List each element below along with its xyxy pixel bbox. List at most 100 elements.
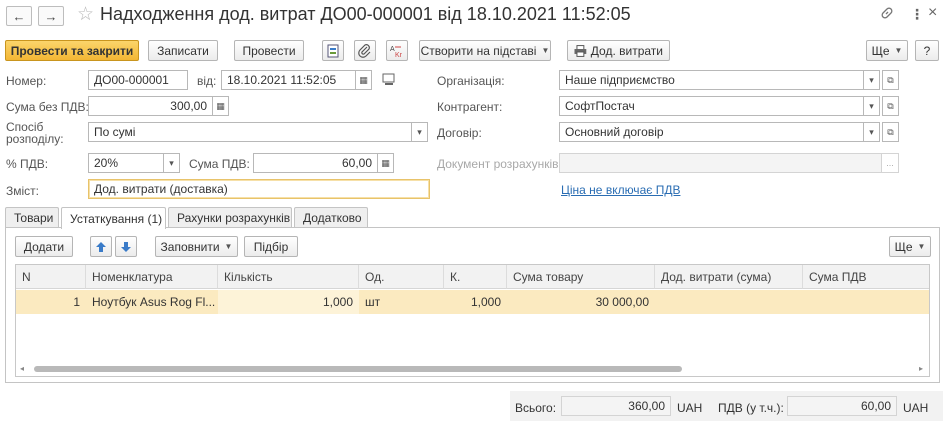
- counterparty-label: Контрагент:: [437, 100, 503, 114]
- table-more-button[interactable]: Ще ▼: [889, 236, 931, 257]
- tab-additional[interactable]: Додатково: [294, 207, 368, 228]
- column-header-quantity[interactable]: Кількість: [218, 265, 359, 289]
- arrow-down-icon: [121, 241, 131, 252]
- more-button[interactable]: Ще ▼: [866, 40, 908, 61]
- help-button[interactable]: ?: [915, 40, 939, 61]
- table-more-label: Ще: [894, 239, 913, 254]
- ellipsis-icon: ...: [886, 158, 894, 168]
- forward-button[interactable]: →: [38, 6, 64, 26]
- vat-rate-label: % ПДВ:: [6, 157, 49, 171]
- distribution-dropdown-button[interactable]: ▾: [411, 122, 428, 142]
- select-button[interactable]: Підбір: [244, 236, 298, 257]
- add-costs-button[interactable]: Дод. витрати: [567, 40, 670, 61]
- vat-rate-field[interactable]: 20%: [88, 153, 164, 173]
- cell-nomenclature: Ноутбук Asus Rog Fl...: [92, 295, 216, 309]
- link-icon[interactable]: [880, 6, 894, 23]
- total-field: 360,00: [561, 396, 671, 416]
- column-header-additional-costs[interactable]: Дод. витрати (сума): [655, 265, 803, 289]
- settlement-document-label: Документ розрахунків:: [437, 157, 562, 171]
- vat-calculator-button[interactable]: ▦: [377, 153, 394, 173]
- attach-button[interactable]: [354, 40, 376, 61]
- fill-label: Заповнити: [160, 239, 220, 254]
- chevron-down-icon: ▾: [869, 100, 874, 111]
- open-icon: ⧉: [887, 100, 894, 111]
- date-label: від:: [197, 74, 217, 88]
- vat-rate-dropdown-button[interactable]: ▾: [163, 153, 180, 173]
- post-button[interactable]: Провести: [234, 40, 304, 61]
- number-label: Номер:: [6, 74, 47, 88]
- back-button[interactable]: ←: [6, 6, 32, 26]
- organization-field[interactable]: Наше підприємство: [559, 70, 864, 90]
- tab-goods[interactable]: Товари: [5, 207, 59, 228]
- favorite-star-icon[interactable]: ☆: [77, 3, 94, 26]
- scroll-right-icon[interactable]: ▸: [919, 364, 923, 373]
- close-icon[interactable]: ×: [928, 4, 937, 22]
- column-header-n[interactable]: N: [16, 265, 86, 289]
- content-field[interactable]: Дод. витрати (доставка): [88, 179, 430, 199]
- tab-equipment[interactable]: Устаткування (1): [61, 207, 166, 229]
- post-and-close-button[interactable]: Провести та закрити: [5, 40, 139, 61]
- fill-button[interactable]: Заповнити ▼: [155, 236, 238, 257]
- contract-label: Договір:: [437, 126, 482, 140]
- organization-open-button[interactable]: ⧉: [882, 70, 899, 90]
- calculator-button[interactable]: ▦: [212, 96, 229, 116]
- sum-without-vat-label: Сума без ПДВ:: [6, 100, 89, 114]
- cell-goods-sum: 30 000,00: [595, 295, 649, 309]
- sum-without-vat-field[interactable]: 300,00: [88, 96, 213, 116]
- column-header-nomenclature[interactable]: Номенклатура: [86, 265, 218, 289]
- vat-sum-field[interactable]: 60,00: [253, 153, 378, 173]
- contract-open-button[interactable]: ⧉: [882, 122, 899, 142]
- create-based-on-button[interactable]: Створити на підставі ▼: [419, 40, 551, 61]
- scroll-left-icon[interactable]: ◂: [20, 364, 24, 373]
- tab-settlement-accounts[interactable]: Рахунки розрахунків: [168, 207, 292, 228]
- add-button[interactable]: Додати: [15, 236, 73, 257]
- monitor-icon[interactable]: [382, 73, 396, 89]
- column-header-goods-sum[interactable]: Сума товару: [507, 265, 655, 289]
- scrollbar-thumb[interactable]: [34, 366, 682, 372]
- report-icon: [327, 44, 339, 57]
- number-field[interactable]: ДО00-000001: [88, 70, 188, 90]
- more-vertical-icon[interactable]: ⋮: [910, 6, 924, 23]
- counterparty-field[interactable]: СофтПостач: [559, 96, 864, 116]
- move-up-button[interactable]: [90, 236, 112, 257]
- distribution-method-field[interactable]: По сумі: [88, 122, 412, 142]
- create-based-label: Створити на підставі: [420, 43, 537, 58]
- calculator-icon: ▦: [216, 100, 225, 111]
- contract-field[interactable]: Основний договір: [559, 122, 864, 142]
- cell-coefficient: 1,000: [470, 295, 501, 309]
- spellcheck-button[interactable]: A Kr: [386, 40, 408, 61]
- organization-dropdown-button[interactable]: ▾: [863, 70, 880, 90]
- chevron-down-icon: ▼: [541, 46, 550, 55]
- counterparty-open-button[interactable]: ⧉: [882, 96, 899, 116]
- column-header-unit[interactable]: Од.: [359, 265, 444, 289]
- counterparty-dropdown-button[interactable]: ▾: [863, 96, 880, 116]
- open-icon: ⧉: [887, 74, 894, 85]
- printer-icon: [574, 44, 587, 57]
- chevron-down-icon: ▾: [169, 157, 174, 168]
- date-field[interactable]: 18.10.2021 11:52:05: [221, 70, 356, 90]
- column-header-coefficient[interactable]: К.: [444, 265, 507, 289]
- cell-quantity: 1,000: [218, 290, 359, 314]
- chevron-down-icon: ▼: [917, 242, 926, 251]
- report-button[interactable]: [322, 40, 344, 61]
- cell-n: 1: [73, 295, 80, 309]
- arrow-right-icon: →: [44, 8, 58, 24]
- write-button[interactable]: Записати: [148, 40, 218, 61]
- column-header-vat-sum[interactable]: Сума ПДВ: [803, 265, 929, 289]
- price-excludes-vat-link[interactable]: Ціна не включає ПДВ: [561, 183, 680, 197]
- add-costs-label: Дод. витрати: [590, 43, 663, 58]
- vat-sum-label: Сума ПДВ:: [189, 157, 250, 171]
- chevron-down-icon: ▾: [869, 74, 874, 85]
- chevron-down-icon: ▼: [894, 46, 903, 55]
- cell-additional-costs: [655, 290, 803, 314]
- settlement-document-field: [559, 153, 882, 173]
- contract-dropdown-button[interactable]: ▾: [863, 122, 880, 142]
- vat-currency: UAH: [903, 401, 929, 415]
- move-down-button[interactable]: [115, 236, 137, 257]
- arrow-up-icon: [96, 241, 106, 252]
- spellcheck-icon: AKr: [390, 46, 403, 58]
- chevron-down-icon: ▼: [224, 242, 233, 251]
- equipment-table[interactable]: N Номенклатура Кількість Од. К. Сума тов…: [15, 264, 930, 377]
- calendar-button[interactable]: ▦: [355, 70, 372, 90]
- vat-included-label: ПДВ (у т.ч.):: [718, 401, 784, 415]
